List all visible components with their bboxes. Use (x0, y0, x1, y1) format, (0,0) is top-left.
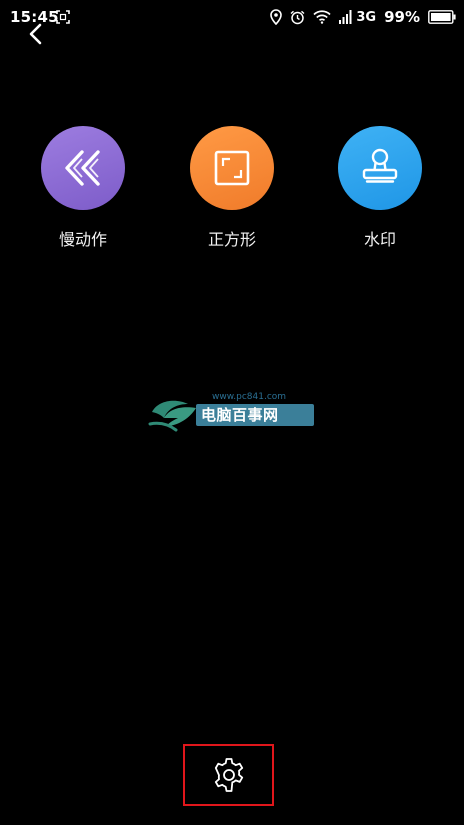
status-icons: 3G 99% (262, 7, 456, 27)
watermark-text: 电脑百事网 (201, 406, 279, 424)
settings-button[interactable] (210, 756, 248, 794)
status-bar: 15:45 3G 99% (0, 0, 464, 34)
mode-circle (338, 126, 422, 210)
mode-slow-motion[interactable]: 慢动作 (33, 126, 133, 252)
stamp-icon (362, 148, 398, 183)
alarm-icon (290, 10, 305, 24)
mode-circle (41, 126, 125, 210)
location-icon (270, 9, 283, 25)
gear-icon (214, 758, 244, 792)
mode-label: 正方形 (207, 230, 256, 249)
network-type: 3G (356, 9, 377, 25)
mode-watermark[interactable]: 水印 (330, 126, 430, 252)
battery-percent: 99% (384, 8, 420, 26)
rewind-icon (65, 150, 100, 186)
mode-square[interactable]: 正方形 (182, 126, 282, 252)
leaf-logo-icon (148, 400, 196, 432)
signal-icon (339, 10, 352, 24)
screenshot-icon (56, 10, 70, 24)
back-button[interactable] (24, 22, 48, 46)
mode-label: 水印 (363, 230, 396, 249)
site-watermark: www.pc841.com 电脑百事网 (148, 392, 316, 436)
battery-icon (428, 10, 456, 24)
camera-modes: 慢动作 正方形 水印 (0, 126, 464, 256)
square-crop-icon (214, 150, 250, 186)
mode-circle (190, 126, 274, 210)
chevron-left-icon (29, 23, 42, 45)
watermark-url: www.pc841.com (212, 392, 287, 402)
wifi-icon (313, 10, 331, 24)
mode-label: 慢动作 (58, 230, 107, 249)
